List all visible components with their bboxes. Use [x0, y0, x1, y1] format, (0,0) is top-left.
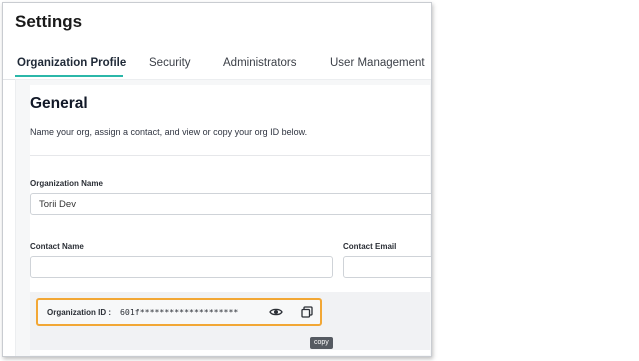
content-panel: General Name your org, assign a contact,…	[15, 79, 431, 356]
contact-email-label: Contact Email	[343, 242, 397, 251]
eye-icon[interactable]	[269, 305, 283, 319]
copy-icon[interactable]	[300, 305, 314, 319]
section-divider	[30, 155, 430, 156]
section-description: Name your org, assign a contact, and vie…	[30, 127, 308, 137]
contact-name-input[interactable]	[30, 256, 333, 278]
settings-window: Settings Organization Profile Security A…	[2, 2, 432, 357]
tab-security[interactable]: Security	[149, 57, 191, 69]
active-tab-indicator	[15, 75, 123, 77]
contact-name-label: Contact Name	[30, 242, 84, 251]
settings-tabs: Organization Profile Security Administra…	[3, 49, 431, 80]
general-card: General Name your org, assign a contact,…	[30, 85, 431, 355]
org-id-label: Organization ID :	[47, 308, 111, 317]
org-name-input[interactable]	[30, 193, 431, 215]
section-heading: General	[30, 95, 88, 112]
org-id-value: 601f********************	[120, 307, 239, 317]
page-title: Settings	[15, 12, 83, 31]
contact-email-input[interactable]	[343, 256, 431, 278]
org-name-label: Organization Name	[30, 179, 103, 188]
tab-user-management[interactable]: User Management	[330, 57, 425, 69]
org-id-box: Organization ID : 601f******************…	[36, 298, 322, 326]
org-id-area: Organization ID : 601f******************…	[30, 292, 430, 350]
tab-administrators[interactable]: Administrators	[223, 57, 297, 69]
tab-organization-profile[interactable]: Organization Profile	[17, 57, 126, 69]
copy-tooltip: copy	[310, 337, 333, 349]
